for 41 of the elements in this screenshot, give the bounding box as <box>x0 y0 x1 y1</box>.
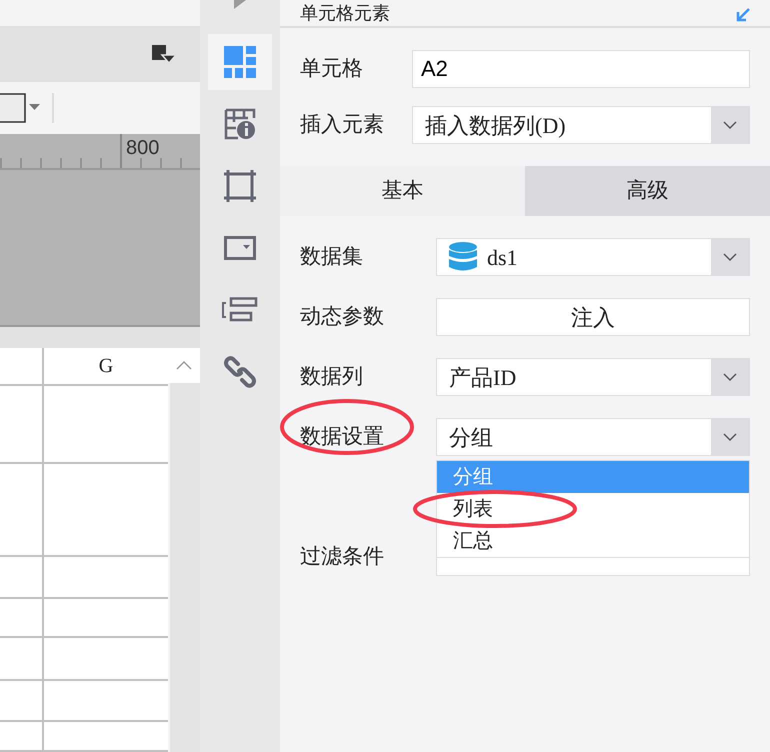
dropdown-option[interactable]: 列表 <box>437 493 749 525</box>
fill-dropdown-icon[interactable] <box>152 45 176 63</box>
field-label: 过滤条件 <box>300 544 385 570</box>
select-value: 插入数据列(D) <box>425 112 566 140</box>
dropdown-option[interactable]: 汇总 <box>437 525 749 557</box>
chevron-down-icon <box>723 253 737 261</box>
select-field[interactable]: ds1 <box>436 238 750 276</box>
form-fields-icon <box>222 297 258 323</box>
select-field[interactable]: 产品ID <box>436 358 750 396</box>
chevron-up-icon <box>176 361 192 370</box>
link-icon <box>224 356 256 388</box>
sidebar-tab[interactable] <box>208 34 272 90</box>
field-label: 数据集 <box>300 244 364 270</box>
field-label: 单元格 <box>300 56 364 82</box>
ruler-label: 800 <box>126 138 160 158</box>
select-field[interactable]: 分组 <box>436 418 750 456</box>
select-value: 产品ID <box>449 364 516 392</box>
dropdown-box-icon <box>224 236 256 260</box>
table-info-icon <box>224 108 256 140</box>
field-label: 数据列 <box>300 364 364 390</box>
select-value: 分组 <box>449 424 493 452</box>
chevron-down-icon <box>723 121 737 129</box>
field-label: 数据设置 <box>300 424 385 450</box>
layout-grid-icon <box>224 46 256 78</box>
border-dropdown-icon[interactable] <box>0 92 42 124</box>
chevron-down-icon <box>723 433 737 441</box>
panel-title: 单元格元素 <box>300 4 390 22</box>
select-field[interactable]: 插入数据列(D) <box>412 106 750 144</box>
input-field[interactable]: A2 <box>412 50 750 88</box>
action-button[interactable]: 注入 <box>436 298 750 336</box>
select-value: ds1 <box>487 244 518 272</box>
chevron-down-icon <box>723 373 737 381</box>
tab[interactable]: 基本 <box>280 166 525 216</box>
database-icon <box>449 242 477 272</box>
frame-icon <box>224 170 256 202</box>
collapse-arrow-icon[interactable] <box>736 8 750 22</box>
caret-icon[interactable] <box>234 0 246 9</box>
field-label: 动态参数 <box>300 304 385 330</box>
column-header[interactable]: G <box>44 348 168 384</box>
tab[interactable]: 高级 <box>525 166 770 216</box>
field-label: 插入元素 <box>300 112 385 138</box>
